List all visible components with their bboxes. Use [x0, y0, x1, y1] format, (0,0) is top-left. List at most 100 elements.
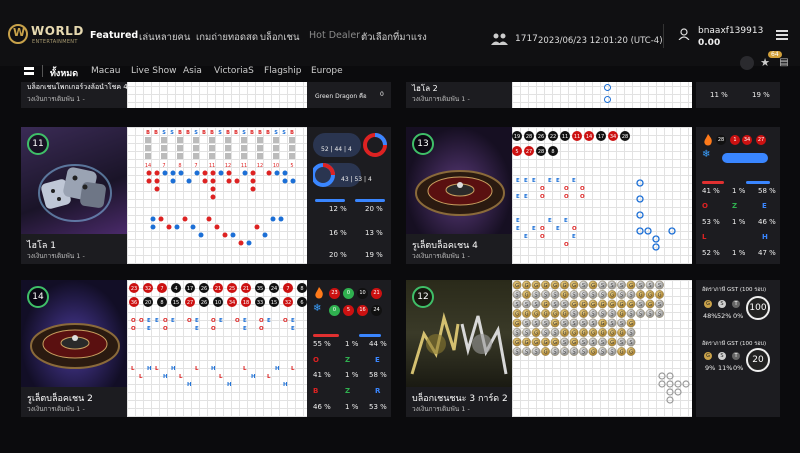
avatar-icon[interactable]: [678, 28, 690, 40]
row3-right: 47 %: [758, 249, 776, 257]
svg-text:L: L: [291, 366, 295, 372]
bead-letter: G: [620, 349, 624, 355]
bead-letter: G: [553, 340, 557, 346]
svg-text:H: H: [187, 382, 192, 388]
nav-blockchain[interactable]: บล็อกเชน: [260, 30, 300, 45]
svg-text:E: E: [516, 226, 520, 232]
svg-text:5: 5: [515, 149, 518, 155]
favorites-star-icon[interactable]: ★: [758, 56, 772, 70]
table-card-roulette-2[interactable]: 14 รูเล็ตบล็อคเชน 2 วงเงินการเดิมพัน 1 -…: [21, 280, 307, 417]
filter-divider: [42, 65, 43, 77]
svg-text:O: O: [540, 226, 545, 232]
roulette-wheel-icon: [30, 323, 120, 369]
nav-live-games[interactable]: เกมถ่ายทอดสด: [196, 30, 258, 45]
bead-letter: G: [629, 283, 633, 289]
table-card-hilo-1[interactable]: 11 ไฮโล 1 วงเงินการเดิมพัน 1 - BBSSBB SB…: [21, 127, 307, 264]
bead-letter: S: [563, 349, 566, 355]
filter-europe[interactable]: Europe: [311, 66, 343, 76]
stat-b: 19 %: [752, 91, 770, 99]
svg-text:O: O: [540, 234, 545, 240]
svg-text:E: E: [516, 218, 520, 224]
bead-letter: G: [610, 292, 614, 298]
bead-letter: S: [639, 283, 642, 289]
row2-right: 46 %: [758, 218, 776, 226]
menu-icon[interactable]: [776, 30, 788, 40]
svg-text:O: O: [580, 186, 585, 192]
list-view-icon[interactable]: [24, 67, 34, 75]
filter-live-show[interactable]: Live Show: [131, 66, 177, 76]
filter-macau[interactable]: Macau: [91, 66, 120, 76]
nav-hot-dealer[interactable]: Hot Dealer: [309, 30, 360, 41]
svg-text:H: H: [171, 366, 176, 372]
datetime: 2023/06/23 12:01:20 (UTC-4): [538, 36, 663, 46]
bead-letter: S: [629, 330, 632, 336]
table-number: 14: [27, 286, 49, 308]
table-card-win3cards-2[interactable]: 12 บล็อกเชนชนะ 3 การ์ด 2 วงเงินการเดิมพั…: [406, 280, 692, 417]
hot-number: 0: [343, 288, 354, 299]
svg-text:L: L: [195, 366, 199, 372]
bead-letter: G: [620, 311, 624, 317]
svg-text:10: 10: [273, 163, 279, 169]
settings-icon[interactable]: [740, 56, 754, 70]
svg-text:S: S: [274, 130, 278, 136]
bead-letter: S: [515, 349, 518, 355]
dragon-artwork-icon: [410, 312, 508, 375]
stat-label: Green Dragon คือ: [315, 93, 367, 100]
bead-letter: G: [629, 321, 633, 327]
svg-text:O: O: [131, 318, 136, 324]
gold-coin-icon: G: [704, 352, 712, 360]
filter-asia[interactable]: Asia: [183, 66, 202, 76]
svg-text:14: 14: [586, 134, 592, 140]
svg-text:H: H: [211, 366, 216, 372]
table-bet-range: วงเงินการเดิมพัน 1 -: [27, 405, 85, 413]
svg-text:B: B: [146, 130, 150, 136]
roadmap-board: 23 32 7 4 17 26 21 25 21 35 24 7 8 36 20…: [127, 280, 307, 417]
roadmap-board: GSSGGSGSGGSGSSGSGSSGSGGSGSGGSSGGGSSGGSGS…: [512, 280, 692, 417]
bead-letter: G: [534, 330, 538, 336]
nav-featured[interactable]: Featured: [90, 30, 138, 41]
svg-text:4: 4: [174, 286, 177, 292]
svg-text:H: H: [163, 374, 168, 380]
logo[interactable]: WORLD ENTERTAINMENT: [8, 22, 83, 48]
svg-text:24: 24: [271, 286, 277, 292]
bead-letter: S: [620, 292, 623, 298]
svg-text:14: 14: [145, 163, 151, 169]
svg-text:L: L: [267, 374, 271, 380]
table-card-top-left[interactable]: บล็อกเชนโพกเกอร์วงล้อนำโชค 4 วงเงินการเด…: [21, 82, 307, 108]
svg-text:32: 32: [285, 300, 291, 306]
table-card-roulette-4[interactable]: 13 รูเล็ตบล็อคเชน 4 วงเงินการเดิมพัน 1 -…: [406, 127, 692, 264]
filter-tune-icon[interactable]: ▤: [777, 56, 791, 70]
svg-text:8: 8: [160, 300, 163, 306]
svg-text:E: E: [524, 194, 528, 200]
hot-number: 28: [716, 135, 726, 145]
table-name: บล็อกเชนโพกเกอร์วงล้อนำโชค 4: [27, 83, 127, 91]
hot-number: 27: [756, 135, 766, 145]
bead-letter: S: [648, 283, 651, 289]
hot-fire-icon: [704, 134, 712, 146]
nav-trending[interactable]: ตัวเลือกที่มาแรง: [361, 30, 427, 45]
nav-multiplayer[interactable]: เล่นหลายคน: [139, 30, 190, 45]
svg-text:B: B: [186, 130, 190, 136]
svg-text:E: E: [147, 326, 151, 332]
row2-left: 41 %: [313, 371, 331, 379]
roadmap-board: [512, 82, 692, 108]
header-divider: [663, 24, 664, 48]
bead-letter: G: [601, 321, 605, 327]
bead-letter: S: [610, 349, 613, 355]
svg-text:O: O: [564, 194, 569, 200]
svg-text:E: E: [243, 318, 247, 324]
tie-coin-icon: T: [732, 352, 740, 360]
bead-letter: S: [544, 292, 547, 298]
bead-letter: S: [639, 311, 642, 317]
bead-letter: G: [553, 311, 557, 317]
row2-mid: 1 %: [345, 371, 359, 379]
svg-text:E: E: [548, 218, 552, 224]
gst-a-silver: 52%: [717, 312, 732, 320]
table-card-top-right[interactable]: ไฮโล 2 วงเงินการเดิมพัน 1 -: [406, 82, 692, 108]
bead-letter: G: [648, 302, 652, 308]
svg-text:B: B: [154, 130, 158, 136]
filter-victorias[interactable]: VictoriaS: [214, 66, 254, 76]
bead-letter: G: [534, 283, 538, 289]
big-small-a: 52 | 44 | 4: [321, 146, 352, 153]
filter-flagship[interactable]: Flagship: [264, 66, 302, 76]
